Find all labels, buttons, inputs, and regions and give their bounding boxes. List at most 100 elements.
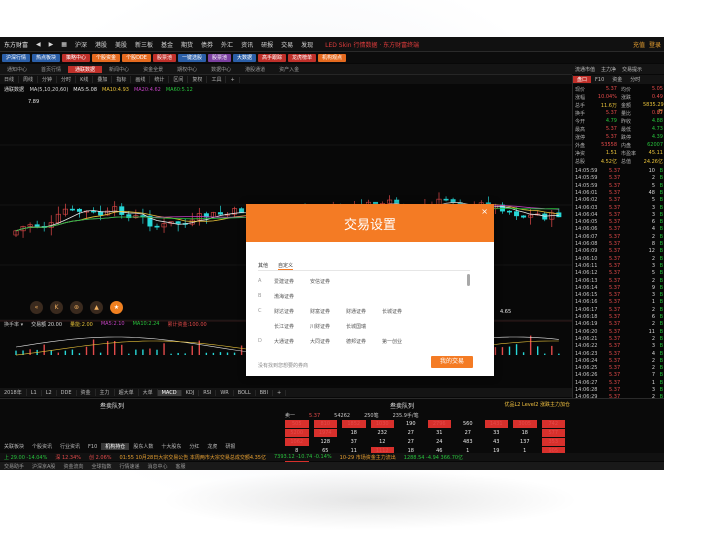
- grid-icon[interactable]: ▦: [57, 41, 71, 48]
- back-icon[interactable]: ◀: [32, 41, 45, 48]
- page-tab[interactable]: 首页行情: [34, 66, 68, 73]
- menu-item[interactable]: 美股: [111, 40, 131, 49]
- bottom-tab[interactable]: F10: [84, 444, 101, 450]
- chart-toolbar-item[interactable]: 分钟: [38, 76, 58, 83]
- indicator-tab[interactable]: RSI: [199, 389, 217, 396]
- chart-toolbar-item[interactable]: 统计: [150, 76, 170, 83]
- indicator-tab[interactable]: 资金: [77, 389, 96, 396]
- feature-pill[interactable]: 策略中心: [62, 53, 91, 62]
- indicator-tab[interactable]: 2018年: [0, 389, 27, 396]
- broker-item[interactable]: 财达证券: [274, 308, 310, 315]
- circle-tool-icon[interactable]: «: [30, 301, 43, 314]
- indicator-tab[interactable]: 超大单: [115, 389, 139, 396]
- indicator-tab[interactable]: L1: [27, 389, 42, 396]
- broker-item[interactable]: 财通证券: [346, 308, 382, 315]
- page-tab[interactable]: 资产入金: [272, 66, 306, 73]
- forward-icon[interactable]: ▶: [45, 41, 58, 48]
- menu-item[interactable]: 基金: [157, 40, 177, 49]
- page-tab[interactable]: 期权中心: [170, 66, 204, 73]
- right-caption-item[interactable]: 流通市值: [572, 66, 598, 73]
- chart-toolbar-item[interactable]: 分时: [57, 76, 77, 83]
- chart-toolbar-item[interactable]: 区间: [169, 76, 189, 83]
- chart-toolbar-item[interactable]: 指标: [112, 76, 132, 83]
- indicator-tab[interactable]: KDJ: [182, 389, 200, 396]
- chart-toolbar-item[interactable]: 叠加: [93, 76, 113, 83]
- page-tab[interactable]: 港股通道: [238, 66, 272, 73]
- bottom-tab[interactable]: 关联板块: [0, 443, 28, 450]
- chart-toolbar-item[interactable]: 画线: [131, 76, 151, 83]
- menu-item[interactable]: 研报: [257, 40, 277, 49]
- chart-toolbar-item[interactable]: 日线: [0, 76, 20, 83]
- dialog-footer-text[interactable]: 没有找到您想要的券商: [258, 362, 308, 369]
- indicator-tab[interactable]: +: [273, 389, 287, 396]
- broker-item[interactable]: 大通证券: [274, 338, 310, 345]
- feature-pill[interactable]: 个股资金: [92, 53, 121, 62]
- bottom-bar-item[interactable]: 沪深京A股: [28, 463, 59, 470]
- broker-item[interactable]: 长江证券: [274, 323, 310, 330]
- circle-tool-icon[interactable]: K: [50, 301, 63, 314]
- chart-toolbar-item[interactable]: 复权: [188, 76, 208, 83]
- broker-item[interactable]: 长城证券: [382, 308, 418, 315]
- my-trade-button[interactable]: 我的交易: [431, 356, 473, 368]
- tab-custom[interactable]: 自定义: [278, 262, 294, 270]
- broker-item[interactable]: 爱建证券: [274, 278, 310, 285]
- feature-pill[interactable]: 热点板块: [32, 53, 61, 62]
- bottom-tab[interactable]: 机构持仓: [101, 443, 130, 450]
- menu-item[interactable]: 新三板: [131, 40, 157, 49]
- feature-pill[interactable]: 高手跟踪: [258, 53, 287, 62]
- bottom-bar-item[interactable]: 全球指数: [87, 463, 115, 470]
- indicator-tab[interactable]: 大单: [139, 389, 158, 396]
- bottom-bar-item[interactable]: 客服: [172, 463, 190, 470]
- chart-toolbar-item[interactable]: K线: [76, 76, 94, 83]
- sidebar-tab[interactable]: 盘口: [573, 76, 592, 83]
- page-tab[interactable]: 通知中心: [0, 66, 34, 73]
- broker-item[interactable]: 安信证券: [310, 278, 346, 285]
- sidebar-tab[interactable]: 资金: [608, 76, 626, 83]
- indicator-tab[interactable]: DDE: [57, 389, 77, 396]
- recharge-link[interactable]: 充值: [633, 40, 645, 49]
- indicator-tab[interactable]: WR: [216, 389, 234, 396]
- broker-item[interactable]: 渤海证券: [274, 293, 310, 300]
- circle-tool-icon[interactable]: ★: [110, 301, 123, 314]
- menu-item[interactable]: 港股: [91, 40, 111, 49]
- right-caption-item[interactable]: 交易提示: [619, 66, 645, 73]
- chart-toolbar-item[interactable]: 工具: [207, 76, 227, 83]
- sidebar-tab[interactable]: 分时: [626, 76, 644, 83]
- page-tab[interactable]: 数据中心: [204, 66, 238, 73]
- circle-tool-icon[interactable]: ▲: [90, 301, 103, 314]
- indicator-tab[interactable]: 主力: [96, 389, 115, 396]
- menu-item[interactable]: 外汇: [217, 40, 237, 49]
- bottom-bar-item[interactable]: 行情速递: [115, 463, 143, 470]
- indicator-tab[interactable]: BOLL: [234, 389, 256, 396]
- broker-item[interactable]: 第一创业: [382, 338, 418, 345]
- menu-item[interactable]: 发现: [297, 40, 317, 49]
- page-tab[interactable]: 新闻中心: [102, 66, 136, 73]
- circle-tool-icon[interactable]: ⊛: [70, 301, 83, 314]
- feature-pill[interactable]: 机构观点: [318, 53, 347, 62]
- feature-pill[interactable]: 股票池: [152, 53, 176, 62]
- page-tab[interactable]: 通联数据: [68, 65, 103, 73]
- bottom-tab[interactable]: 个股资讯: [28, 443, 56, 450]
- indicator-tab[interactable]: BBI: [256, 389, 273, 396]
- feature-pill[interactable]: 一键选股: [177, 53, 206, 62]
- menu-item[interactable]: 沪深: [71, 40, 91, 49]
- bottom-tab[interactable]: 研报: [221, 443, 239, 450]
- broker-list-scrollbar[interactable]: [467, 274, 470, 286]
- chart-toolbar-item[interactable]: +: [226, 76, 240, 83]
- tab-other[interactable]: 其他: [258, 262, 268, 270]
- menu-item[interactable]: 资讯: [237, 40, 257, 49]
- bottom-bar-item[interactable]: 交易助手: [0, 463, 28, 470]
- bottom-tab[interactable]: 行业资讯: [56, 443, 84, 450]
- page-tab[interactable]: 资金全景: [136, 66, 170, 73]
- broker-item[interactable]: 财富证券: [310, 308, 346, 315]
- login-link[interactable]: 登录: [649, 40, 661, 49]
- bottom-bar-item[interactable]: 资金流向: [59, 463, 87, 470]
- bottom-tab[interactable]: 十大股东: [157, 443, 185, 450]
- feature-pill[interactable]: 沪深行情: [2, 53, 31, 62]
- bottom-bar-item[interactable]: 消息中心: [143, 463, 171, 470]
- feature-pill[interactable]: 大数据: [232, 53, 256, 62]
- menu-item[interactable]: 期货: [177, 40, 197, 49]
- bottom-tab[interactable]: 龙虎: [203, 443, 221, 450]
- close-icon[interactable]: ×: [481, 207, 488, 216]
- feature-pill[interactable]: 龙虎榜单: [288, 53, 317, 62]
